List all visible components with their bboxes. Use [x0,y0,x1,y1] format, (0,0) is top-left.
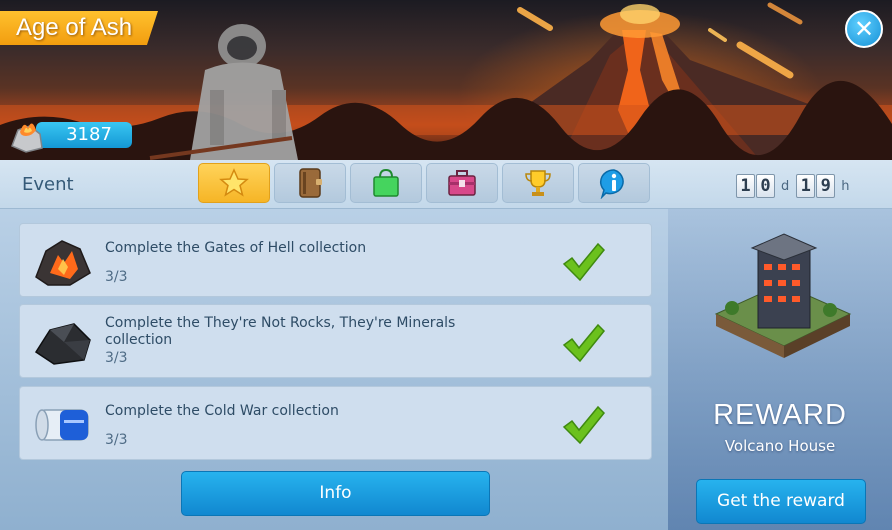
check-icon [562,405,606,445]
currency-count: 3187 [36,122,132,148]
toolbox-icon [448,170,476,196]
timer-days-digit-2: 0 [756,174,775,198]
task-description: Complete the They're Not Rocks, They're … [105,315,456,348]
reward-name: Volcano House [724,437,836,455]
volcano-house-icon [714,233,852,358]
flame-rock-icon [11,123,43,153]
event-label: Event [22,174,74,195]
info-icon [599,169,624,199]
tab-shop[interactable] [350,163,422,203]
task-row: Complete the Gates of Hell collection 3/… [19,223,652,297]
event-timer: 1 0 d 1 9 h [736,174,857,198]
lava-rock-icon [35,240,91,286]
task-row: Complete the Cold War collection 3/3 [19,386,652,460]
task-progress: 3/3 [105,350,128,366]
timer-hours-unit: h [841,178,850,194]
reward-heading: REWARD [713,399,847,431]
timer-days-unit: d [781,178,790,194]
shopping-bag-icon [373,168,399,197]
event-banner: Age of Ash ✕ 3187 [0,0,892,160]
tab-bar: Event 1 0 d 1 9 h [0,160,892,209]
close-button[interactable]: ✕ [845,10,883,48]
task-row: Complete the They're Not Rocks, They're … [19,304,652,378]
trophy-icon [525,170,551,196]
canister-icon [35,409,89,441]
get-reward-button[interactable]: Get the reward [696,479,866,524]
close-icon[interactable]: ✕ [854,15,874,43]
timer-hours-digit-1: 1 [796,174,816,198]
tab-leaderboard[interactable] [502,163,574,203]
timer-days-digit-1: 1 [736,174,755,198]
task-description: Complete the Cold War collection [105,403,339,419]
info-button[interactable]: Info [181,471,490,516]
check-icon [562,323,606,363]
event-title: Age of Ash [0,11,158,45]
tab-toolbox[interactable] [426,163,498,203]
timer-hours-digit-2: 9 [816,174,836,198]
journal-icon [299,168,322,198]
task-progress: 3/3 [105,269,128,285]
black-mineral-icon [34,323,91,365]
star-icon [219,168,249,197]
check-icon [562,242,606,282]
task-description: Complete the Gates of Hell collection [105,240,367,256]
tab-tasks[interactable] [198,163,270,203]
tab-journal[interactable] [274,163,346,203]
event-currency: 3187 [6,114,132,153]
tab-info[interactable] [578,163,650,203]
task-progress: 3/3 [105,432,128,448]
